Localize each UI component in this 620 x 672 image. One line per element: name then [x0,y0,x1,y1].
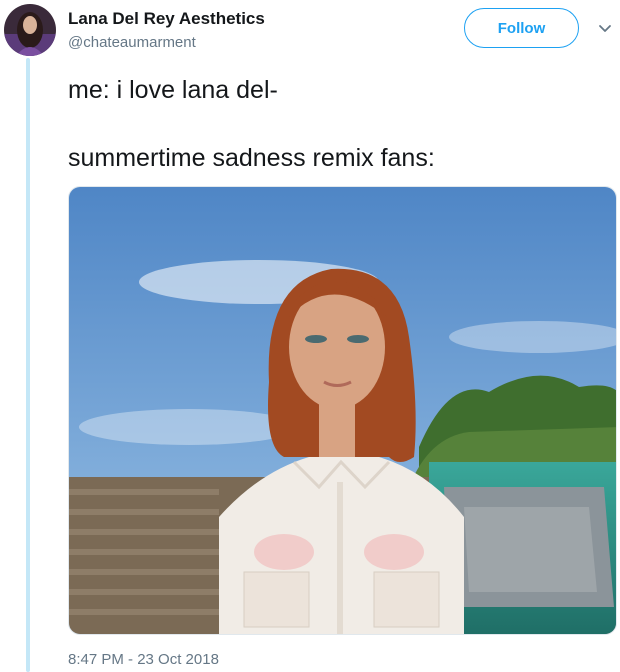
avatar[interactable] [4,4,56,56]
thread-connector-line [26,58,30,672]
tweet-timestamp[interactable]: 8:47 PM - 23 Oct 2018 [68,651,219,668]
follow-button[interactable]: Follow [464,8,579,48]
chevron-down-icon[interactable] [596,20,614,38]
tweet-media-image[interactable] [68,186,617,635]
tweet-text-line-2: summertime sadness remix fans: [68,144,435,172]
tweet-text-line-1: me: i love lana del- [68,76,278,104]
author-handle[interactable]: @chateaumarment [68,34,196,51]
author-name[interactable]: Lana Del Rey Aesthetics [68,9,265,29]
